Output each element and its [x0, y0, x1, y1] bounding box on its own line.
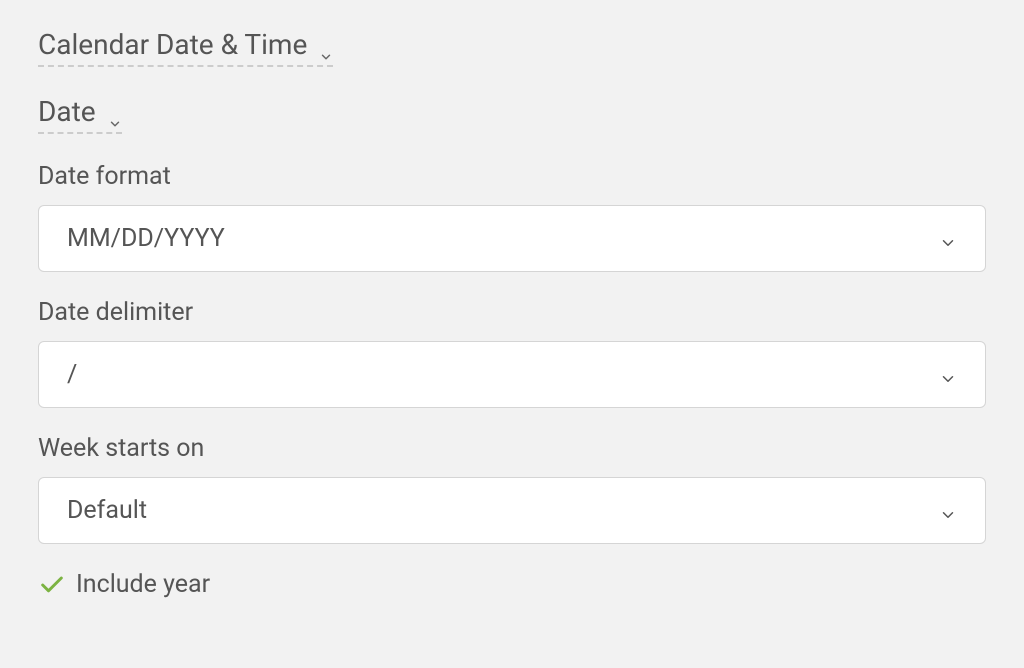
section-header-date[interactable]: Date — [38, 95, 122, 134]
check-icon — [38, 571, 66, 599]
field-label-date-delimiter: Date delimiter — [38, 298, 986, 327]
select-week-starts[interactable]: Default — [38, 477, 986, 544]
checkbox-include-year[interactable]: Include year — [38, 570, 986, 599]
field-group-date-format: Date format MM/DD/YYYY — [38, 162, 986, 272]
section-header-label: Calendar Date & Time — [38, 28, 307, 61]
chevron-down-icon — [319, 38, 333, 52]
select-date-format[interactable]: MM/DD/YYYY — [38, 205, 986, 272]
section-header-label: Date — [38, 95, 96, 128]
field-group-week-starts: Week starts on Default — [38, 434, 986, 544]
chevron-down-icon — [108, 105, 122, 119]
select-value: / — [67, 360, 77, 389]
select-value: Default — [67, 496, 147, 525]
field-group-date-delimiter: Date delimiter / — [38, 298, 986, 408]
chevron-down-icon — [939, 502, 957, 520]
chevron-down-icon — [939, 366, 957, 384]
chevron-down-icon — [939, 230, 957, 248]
section-header-calendar[interactable]: Calendar Date & Time — [38, 28, 333, 67]
field-label-date-format: Date format — [38, 162, 986, 191]
checkbox-label: Include year — [76, 570, 210, 599]
select-date-delimiter[interactable]: / — [38, 341, 986, 408]
select-value: MM/DD/YYYY — [67, 224, 225, 253]
field-label-week-starts: Week starts on — [38, 434, 986, 463]
